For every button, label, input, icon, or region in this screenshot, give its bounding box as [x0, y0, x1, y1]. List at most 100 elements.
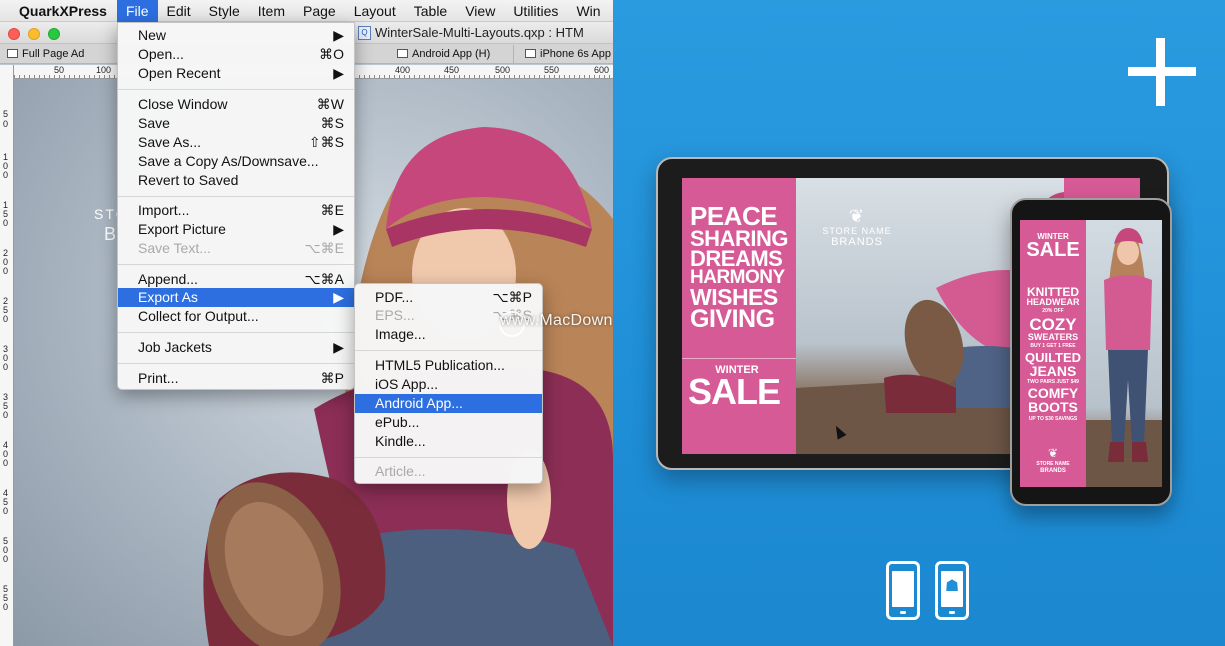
menu-item-open[interactable]: Open... ⌘O	[118, 45, 354, 64]
menu-item-label: ePub...	[375, 414, 420, 430]
menu-style[interactable]: Style	[200, 0, 249, 22]
ruler-tick: 100	[96, 65, 112, 75]
ruler-tick: 0	[2, 458, 8, 468]
menu-window[interactable]: Win	[567, 0, 609, 22]
menu-item-label: Collect for Output...	[138, 308, 259, 324]
tab-full-page-ad[interactable]: Full Page Ad	[0, 45, 118, 63]
menu-item-revert[interactable]: Revert to Saved	[118, 171, 354, 190]
menu-item-label: Open...	[138, 46, 184, 62]
menu-item-label: New	[138, 27, 167, 43]
document-title: WinterSale-Multi-Layouts.qxp : HTM	[375, 25, 584, 40]
menu-item-export-as[interactable]: Export As ▶	[118, 288, 354, 307]
phone-brand-line1: STORE NAME	[1036, 461, 1070, 467]
menu-view[interactable]: View	[456, 0, 504, 22]
menu-utilities[interactable]: Utilities	[504, 0, 567, 22]
minimize-window-button[interactable]	[28, 28, 40, 40]
menu-bar: QuarkXPress File Edit Style Item Page La…	[0, 0, 613, 22]
menu-separator	[118, 196, 354, 197]
menu-item-print[interactable]: Print... ⌘P	[118, 369, 354, 388]
menu-item-label: Kindle...	[375, 433, 426, 449]
submenu-arrow-icon: ▶	[333, 65, 344, 81]
menu-item-job-jackets[interactable]: Job Jackets ▶	[118, 338, 354, 357]
menu-item-kindle[interactable]: Kindle...	[355, 432, 542, 451]
menu-item-save[interactable]: Save ⌘S	[118, 114, 354, 133]
menu-item-save-as[interactable]: Save As... ⇧⌘S	[118, 133, 354, 152]
menu-item-label: Image...	[375, 326, 426, 342]
menu-shortcut: ⌘S	[320, 115, 344, 131]
tab-iphone-app[interactable]: iPhone 6s App	[518, 45, 613, 63]
menu-item-close-window[interactable]: Close Window ⌘W	[118, 95, 354, 114]
phone-line: BOOTS	[1028, 399, 1078, 415]
menu-layout[interactable]: Layout	[345, 0, 405, 22]
phone-photo-image	[1086, 228, 1162, 487]
phone-line: BUY 1 GET 1 FREE	[1030, 343, 1076, 349]
tablet-brand-line2: BRANDS	[831, 236, 883, 248]
menu-item-collect-output[interactable]: Collect for Output...	[118, 307, 354, 326]
menu-item[interactable]: Item	[249, 0, 294, 22]
menu-item-import[interactable]: Import... ⌘E	[118, 201, 354, 220]
phone-line: HEADWEAR	[1026, 297, 1080, 307]
tab-label: Full Page Ad	[22, 48, 85, 60]
phone-device: WINTER SALE KNITTED HEADWEAR 20% OFF COZ…	[1010, 198, 1172, 506]
brand-logo-icon: ❦	[848, 206, 866, 226]
menu-edit[interactable]: Edit	[158, 0, 200, 22]
ruler-tick: 0	[2, 410, 8, 420]
tab-label: iPhone 6s App	[540, 48, 611, 60]
menu-item-append[interactable]: Append... ⌥⌘A	[118, 270, 354, 289]
menu-item-label: Save As...	[138, 134, 202, 150]
ruler-tick: 0	[2, 170, 8, 180]
phone-line: SWEATERS	[1027, 332, 1079, 342]
menu-page[interactable]: Page	[294, 0, 345, 22]
page-icon	[7, 49, 18, 58]
tablet-sale-label: SALE	[688, 371, 781, 412]
menu-item-label: Android App...	[375, 395, 463, 411]
menu-item-ios-app[interactable]: iOS App...	[355, 375, 542, 394]
ruler-tick: 0	[2, 506, 8, 516]
menu-item-android-app[interactable]: Android App...	[355, 394, 542, 413]
phone-line: COMFY	[1027, 385, 1079, 401]
menu-item-label: iOS App...	[375, 376, 439, 392]
menu-item-label: PDF...	[375, 289, 414, 305]
phone-sale-label: SALE	[1026, 239, 1080, 261]
menu-quarkxpress[interactable]: QuarkXPress	[0, 0, 117, 22]
menu-item-article: Article...	[355, 462, 542, 481]
menu-item-label: Print...	[138, 370, 179, 386]
menu-item-open-recent[interactable]: Open Recent ▶	[118, 64, 354, 83]
menu-shortcut: ⌘P	[320, 370, 344, 386]
menu-item-save-copy[interactable]: Save a Copy As/Downsave...	[118, 152, 354, 171]
menu-item-label: Save	[138, 115, 170, 131]
panel-divider	[682, 358, 796, 359]
zoom-window-button[interactable]	[48, 28, 60, 40]
file-menu: New ▶ Open... ⌘O Open Recent ▶ Close Window…	[117, 22, 355, 390]
menu-item-label: HTML5 Publication...	[375, 357, 505, 373]
menu-separator	[355, 457, 542, 458]
ios-device-icon	[886, 561, 920, 620]
ruler-tick: 0	[2, 602, 8, 612]
menu-item-label: Job Jackets	[138, 339, 212, 355]
phone-line: JEANS	[1029, 363, 1077, 379]
menu-file[interactable]: File	[116, 0, 158, 22]
menu-separator	[118, 89, 354, 90]
vertical-ruler[interactable]: 5 0 1 0 0 1 5 0 2 0 0 2 5 0 3 0 0 3 5 0 …	[0, 65, 14, 646]
menu-table[interactable]: Table	[405, 0, 456, 22]
ruler-tick: 500	[495, 65, 511, 75]
home-button	[900, 611, 906, 614]
document-icon: Q	[358, 26, 371, 40]
menu-shortcut: ⌥⌘A	[304, 271, 344, 287]
submenu-arrow-icon: ▶	[333, 289, 344, 305]
menu-item-html5[interactable]: HTML5 Publication...	[355, 356, 542, 375]
menu-separator	[118, 363, 354, 364]
menu-item-export-picture[interactable]: Export Picture ▶	[118, 220, 354, 239]
tab-android-app[interactable]: Android App (H)	[390, 45, 514, 63]
home-button	[949, 611, 955, 614]
ruler-tick: 450	[444, 65, 460, 75]
phone-sale-panel: WINTER SALE KNITTED HEADWEAR 20% OFF COZ…	[1020, 220, 1086, 487]
menu-shortcut: ⌘E	[320, 202, 344, 218]
menu-item-new[interactable]: New ▶	[118, 26, 354, 45]
close-window-button[interactable]	[8, 28, 20, 40]
menu-item-pdf[interactable]: PDF... ⌥⌘P	[355, 288, 542, 307]
menu-item-epub[interactable]: ePub...	[355, 413, 542, 432]
menu-separator	[355, 350, 542, 351]
menu-item-label: Save a Copy As/Downsave...	[138, 153, 319, 169]
menu-shortcut: ⌥⌘P	[492, 289, 532, 305]
